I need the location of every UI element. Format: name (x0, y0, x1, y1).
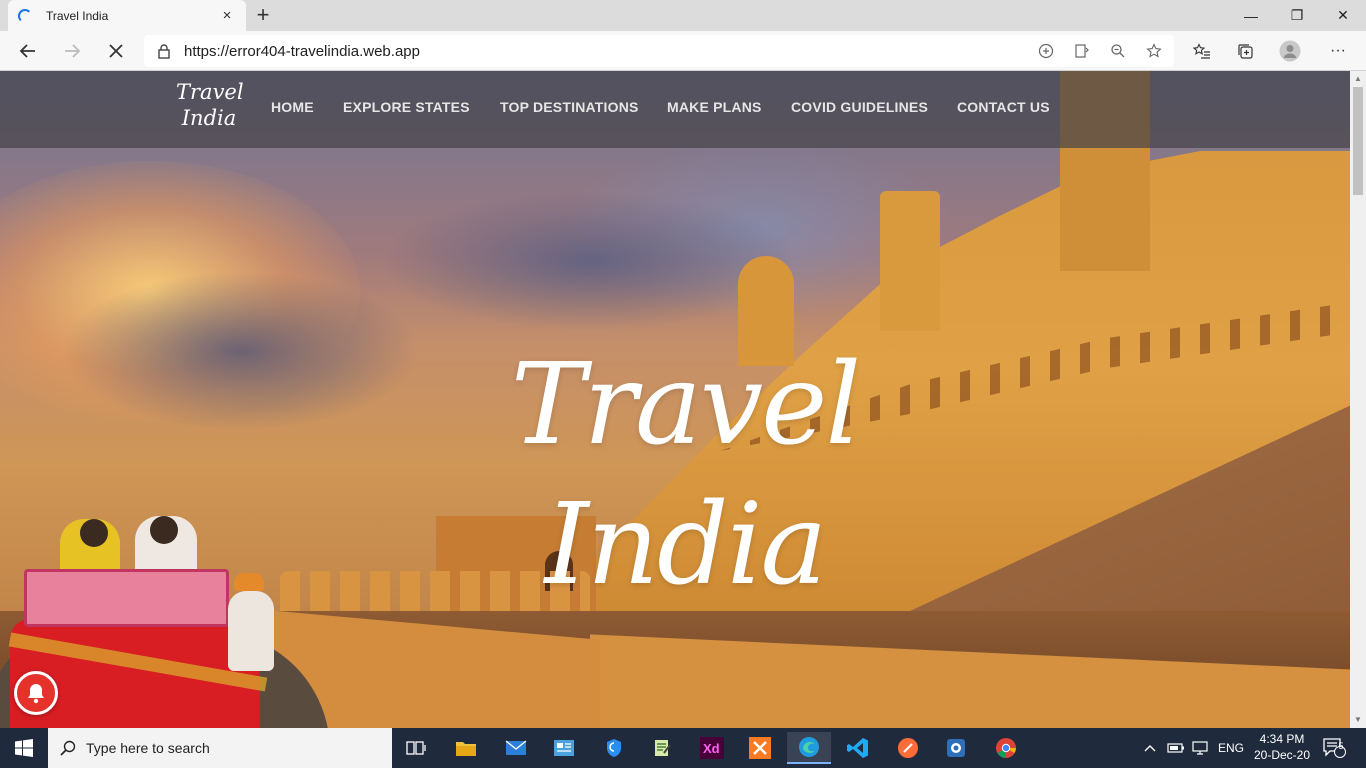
rider-head (80, 519, 108, 547)
vs-code-icon[interactable] (836, 732, 880, 764)
hero-cloud (380, 191, 800, 331)
stop-loading-icon[interactable] (100, 35, 132, 67)
file-explorer-icon[interactable] (444, 732, 488, 764)
notification-count-badge: 5 (1338, 741, 1344, 751)
bell-icon (28, 684, 44, 704)
lock-icon[interactable] (144, 43, 184, 59)
page-scrollbar[interactable]: ▲ ▼ (1350, 71, 1366, 728)
show-hidden-icons-chevron-icon[interactable] (1143, 728, 1157, 768)
notepad-icon[interactable] (640, 732, 684, 764)
battery-icon[interactable] (1167, 728, 1185, 768)
fort-tower (880, 191, 940, 331)
minimize-button[interactable]: — (1228, 0, 1274, 31)
scroll-down-icon[interactable]: ▼ (1350, 712, 1366, 728)
settings-more-icon[interactable]: ··· (1326, 39, 1350, 63)
howdah-seat (24, 569, 229, 627)
action-center-button[interactable]: 5 (1322, 728, 1346, 768)
maximize-button[interactable]: ❐ (1274, 0, 1320, 31)
nav-covid-guidelines[interactable]: COVID GUIDELINES (791, 99, 928, 115)
start-button[interactable] (0, 728, 48, 768)
clock-time: 4:34 PM (1259, 732, 1305, 746)
postman-icon[interactable] (886, 732, 930, 764)
zoom-icon[interactable] (1106, 39, 1130, 63)
add-to-favorites-plus-icon[interactable] (1034, 39, 1058, 63)
url-text[interactable]: https://error404-travelindia.web.app (184, 43, 1174, 60)
language-indicator[interactable]: ENG (1218, 728, 1244, 768)
web-page: Travel India HOME EXPLORE STATES TOP DES… (0, 71, 1350, 728)
nav-home[interactable]: HOME (271, 99, 314, 115)
svg-text:Xd: Xd (703, 741, 720, 756)
favorite-star-icon[interactable] (1142, 39, 1166, 63)
scrollbar-thumb[interactable] (1353, 87, 1363, 195)
nav-explore-states[interactable]: EXPLORE STATES (343, 99, 470, 115)
clock[interactable]: 4:34 PM 20-Dec-20 (1250, 731, 1314, 763)
scroll-up-icon[interactable]: ▲ (1350, 71, 1366, 87)
browser-toolbar: https://error404-travelindia.web.app ··· (0, 31, 1366, 71)
network-icon[interactable] (1192, 728, 1210, 768)
tab-title: Travel India (46, 8, 109, 23)
hero-cloud (60, 271, 420, 431)
hero-title: Travel India (510, 340, 861, 610)
logo-line-2: India (181, 106, 237, 130)
search-placeholder: Type here to search (86, 740, 210, 756)
site-logo[interactable]: Travel India (176, 79, 244, 143)
search-icon (60, 740, 76, 756)
collections-icon[interactable] (1234, 39, 1258, 63)
nav-top-destinations[interactable]: TOP DESTINATIONS (500, 99, 639, 115)
mail-icon[interactable] (494, 732, 538, 764)
windows-logo-icon (15, 739, 33, 757)
windows-taskbar: Type here to search Xd ENG 4:34 PM 20-De… (0, 728, 1366, 768)
nav-contact-us[interactable]: CONTACT US (957, 99, 1050, 115)
new-tab-button[interactable]: + (252, 3, 274, 27)
close-window-button[interactable]: ✕ (1320, 0, 1366, 31)
read-aloud-icon[interactable] (1070, 39, 1094, 63)
mahout-turban (234, 573, 264, 591)
security-shield-icon[interactable] (592, 732, 636, 764)
chrome-icon[interactable] (984, 732, 1028, 764)
news-app-icon[interactable] (542, 732, 586, 764)
edge-browser-icon[interactable] (787, 732, 831, 764)
favorites-list-icon[interactable] (1190, 39, 1214, 63)
site-navbar: Travel India HOME EXPLORE STATES TOP DES… (0, 71, 1350, 148)
mahout (228, 591, 274, 671)
adobe-xd-icon[interactable]: Xd (690, 732, 734, 764)
forward-icon[interactable] (56, 35, 88, 67)
tab-travel-india[interactable]: Travel India × (8, 0, 246, 31)
clock-date: 20-Dec-20 (1253, 748, 1311, 762)
profile-avatar-icon[interactable] (1278, 39, 1302, 63)
address-bar[interactable]: https://error404-travelindia.web.app (144, 35, 1174, 67)
logo-line-1: Travel (176, 80, 244, 104)
task-view-icon[interactable] (394, 732, 438, 764)
xampp-icon[interactable] (738, 732, 782, 764)
taskbar-search[interactable]: Type here to search (48, 728, 392, 768)
nav-make-plans[interactable]: MAKE PLANS (667, 99, 762, 115)
snipping-tool-icon[interactable] (934, 732, 978, 764)
back-icon[interactable] (12, 35, 44, 67)
tab-strip: Travel India × + — ❐ ✕ (0, 0, 1366, 31)
rider-head (150, 516, 178, 544)
tab-close-icon[interactable]: × (218, 7, 236, 24)
notification-bell-button[interactable] (14, 671, 58, 715)
loading-spinner-icon (18, 8, 32, 23)
